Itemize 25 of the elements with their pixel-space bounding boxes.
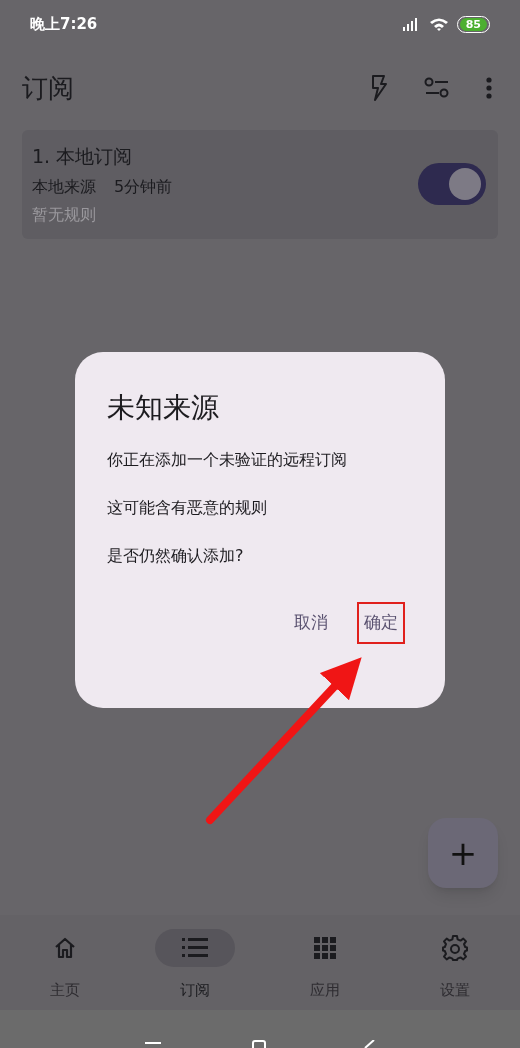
- dialog-message: 这可能含有恶意的规则: [107, 498, 268, 518]
- dialog-message: 你正在添加一个未验证的远程订阅: [107, 450, 348, 470]
- grid-icon: [314, 937, 336, 959]
- update-time: 5分钟前: [114, 175, 173, 198]
- subscription-card[interactable]: 1. 本地订阅 本地来源 5分钟前 暂无规则: [22, 130, 498, 239]
- list-icon: [182, 937, 208, 959]
- subscription-title: 1. 本地订阅: [32, 144, 134, 169]
- dialog-message: 是否仍然确认添加?: [107, 546, 245, 566]
- home-icon: [53, 936, 77, 960]
- lightning-icon[interactable]: [370, 75, 388, 101]
- back-icon[interactable]: [362, 1040, 376, 1048]
- more-icon[interactable]: [486, 77, 492, 99]
- rules-status: 暂无规则: [32, 203, 97, 226]
- nav-tab[interactable]: 订阅: [130, 929, 260, 1002]
- dialog-title: 未知来源: [107, 390, 220, 426]
- cancel-button[interactable]: 取消: [289, 604, 333, 642]
- page-title: 订阅: [22, 71, 75, 105]
- confirm-button[interactable]: 确定: [359, 604, 403, 642]
- wifi-icon: [428, 17, 449, 31]
- toggle-switch[interactable]: [418, 163, 486, 206]
- source-label: 本地来源: [32, 175, 96, 198]
- settings-icon: [442, 935, 468, 961]
- filter-icon[interactable]: [424, 77, 450, 99]
- add-button[interactable]: +: [428, 818, 498, 888]
- status-time: 晚上7:26: [30, 13, 98, 35]
